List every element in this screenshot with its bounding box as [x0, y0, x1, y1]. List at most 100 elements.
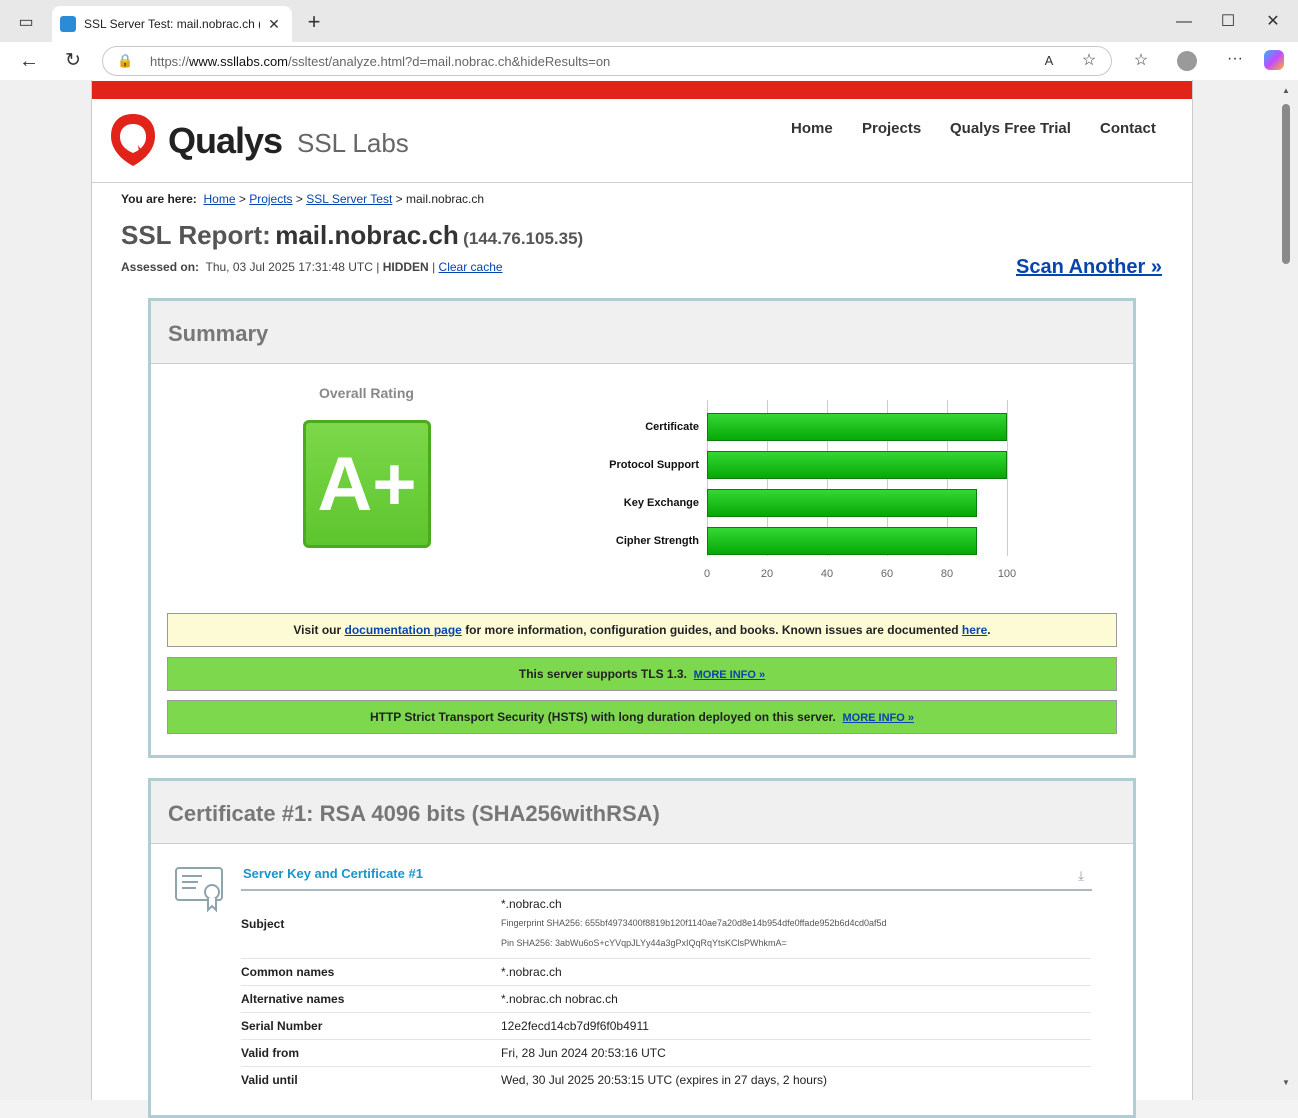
read-aloud-icon[interactable]: A: [1039, 51, 1059, 71]
row-label: Subject: [241, 917, 285, 931]
row-value: Fri, 28 Jun 2024 20:53:16 UTC: [501, 1046, 666, 1060]
breadcrumb-sep: >: [295, 192, 303, 206]
row-label: Serial Number: [241, 1019, 323, 1033]
cert-row-serial: Serial Number 12e2fecd14cb7d9f6f0b4911: [241, 1012, 1091, 1039]
server-key-section-title: Server Key and Certificate #1: [243, 866, 423, 881]
row-label: Alternative names: [241, 992, 345, 1006]
documentation-page-link[interactable]: documentation page: [345, 623, 462, 637]
minimize-icon[interactable]: —: [1174, 12, 1194, 32]
cert-row-common-names: Common names *.nobrac.ch: [241, 958, 1091, 985]
window-close-icon[interactable]: ✕: [1263, 12, 1283, 32]
tls13-notice: This server supports TLS 1.3. MORE INFO …: [167, 657, 1117, 691]
qualys-shield-logo[interactable]: [108, 112, 158, 168]
summary-header: Summary: [151, 301, 1133, 364]
scroll-up-icon[interactable]: ▲: [1280, 86, 1292, 95]
hidden-label: HIDDEN: [382, 260, 429, 274]
row-label: Valid from: [241, 1046, 300, 1060]
chart-bar: [707, 413, 1007, 441]
section-divider: [241, 889, 1092, 891]
chart-bar: [707, 527, 977, 555]
known-issues-link[interactable]: here: [962, 623, 987, 637]
address-bar[interactable]: 🔒 https://www.ssllabs.com/ssltest/analyz…: [102, 46, 1112, 76]
tls13-more-info-link[interactable]: MORE INFO »: [694, 669, 766, 681]
summary-title: Summary: [168, 321, 269, 346]
row-value: *.nobrac.ch: [501, 897, 562, 911]
row-value: *.nobrac.ch nobrac.ch: [501, 992, 618, 1006]
chart-category-label: Key Exchange: [623, 497, 699, 509]
assessed-value: Thu, 03 Jul 2025 17:31:48 UTC: [205, 260, 373, 274]
favicon-icon: [60, 16, 76, 32]
breadcrumb-projects[interactable]: Projects: [249, 192, 292, 206]
copilot-icon[interactable]: [1264, 50, 1284, 70]
breadcrumb-prefix: You are here:: [121, 192, 197, 206]
breadcrumb-home[interactable]: Home: [203, 192, 235, 206]
chart-bar: [707, 451, 1007, 479]
hsts-more-info-link[interactable]: MORE INFO »: [843, 712, 915, 724]
chart-tick-label: 40: [820, 568, 834, 580]
cert-row-subject: Subject *.nobrac.ch Fingerprint SHA256: …: [241, 892, 1091, 958]
doc-notice-text: for more information, configuration guid…: [465, 623, 959, 637]
breadcrumb-current: mail.nobrac.ch: [406, 192, 485, 206]
browser-tab[interactable]: SSL Server Test: mail.nobrac.ch (P... ✕: [52, 6, 292, 44]
grade-badge: A+: [303, 420, 431, 548]
documentation-notice: Visit our documentation page for more in…: [167, 613, 1117, 647]
scrollbar[interactable]: ▲ ▼: [1280, 84, 1292, 1096]
title-ip: (144.76.105.35): [463, 229, 584, 248]
chart-tick-label: 80: [940, 568, 954, 580]
tab-actions-icon[interactable]: ▭: [16, 13, 36, 33]
nav-free-trial[interactable]: Qualys Free Trial: [950, 120, 1071, 137]
row-label: Valid until: [241, 1073, 298, 1087]
clear-cache-link[interactable]: Clear cache: [439, 260, 503, 274]
scrollbar-thumb[interactable]: [1282, 104, 1290, 264]
brand-bar: [92, 81, 1192, 99]
logo-product: SSL Labs: [297, 128, 409, 158]
cert-row-valid-until: Valid until Wed, 30 Jul 2025 20:53:15 UT…: [241, 1066, 1091, 1093]
download-icon[interactable]: ⤓: [1073, 866, 1089, 886]
chart-category-label: Protocol Support: [609, 459, 699, 471]
tab-title: SSL Server Test: mail.nobrac.ch (P...: [84, 17, 260, 31]
more-menu-icon[interactable]: ···: [1224, 49, 1246, 69]
hsts-notice-text: HTTP Strict Transport Security (HSTS) wi…: [369, 710, 836, 724]
profile-avatar[interactable]: [1177, 51, 1197, 71]
scan-another-link[interactable]: Scan Another »: [1016, 256, 1162, 279]
url-text[interactable]: https://www.ssllabs.com/ssltest/analyze.…: [150, 54, 610, 69]
overall-rating-label: Overall Rating: [319, 385, 414, 401]
row-value: 12e2fecd14cb7d9f6f0b4911: [501, 1019, 649, 1033]
breadcrumb-sep: >: [238, 192, 246, 206]
breadcrumb: You are here: Home > Projects > SSL Serv…: [121, 192, 484, 206]
reload-icon[interactable]: ↻: [62, 51, 84, 71]
cert-row-valid-from: Valid from Fri, 28 Jun 2024 20:53:16 UTC: [241, 1039, 1091, 1066]
scroll-down-icon[interactable]: ▼: [1280, 1078, 1292, 1087]
doc-notice-end: .: [987, 623, 991, 637]
certificate-header: Certificate #1: RSA 4096 bits (SHA256wit…: [151, 781, 1133, 844]
pin-value: Pin SHA256: 3abWu6oS+cYVqpJLYy44a3gPxIQq…: [501, 938, 787, 948]
row-value: Wed, 30 Jul 2025 20:53:15 UTC (expires i…: [501, 1073, 827, 1087]
favorite-star-icon[interactable]: ☆: [1079, 51, 1099, 71]
tab-close-icon[interactable]: ✕: [264, 14, 284, 34]
chart-tick-label: 60: [880, 568, 894, 580]
maximize-icon[interactable]: ☐: [1218, 12, 1238, 32]
row-label: Common names: [241, 965, 335, 979]
page-title: SSL Report: mail.nobrac.ch (144.76.105.3…: [121, 220, 583, 251]
cert-row-alt-names: Alternative names *.nobrac.ch nobrac.ch: [241, 985, 1091, 1012]
favorites-icon[interactable]: ☆: [1130, 51, 1152, 71]
chart-gridline: [1007, 400, 1008, 556]
lock-icon[interactable]: 🔒: [117, 51, 133, 71]
assessed-label: Assessed on:: [121, 260, 200, 274]
chart-category-label: Cipher Strength: [615, 535, 699, 547]
nav-contact[interactable]: Contact: [1100, 120, 1156, 137]
logo-brand: Qualys: [168, 120, 283, 161]
back-icon[interactable]: ←: [18, 51, 40, 71]
assessed-line: Assessed on: Thu, 03 Jul 2025 17:31:48 U…: [121, 260, 503, 274]
rating-chart: 0 20 40 60 80 100 Certificate Protocol Support K…: [560, 400, 1040, 590]
chart-tick-label: 0: [703, 568, 711, 580]
hsts-notice: HTTP Strict Transport Security (HSTS) wi…: [167, 700, 1117, 734]
title-host: mail.nobrac.ch: [275, 220, 459, 250]
title-label: SSL Report:: [121, 220, 271, 250]
breadcrumb-sep: >: [395, 192, 403, 206]
certificate-icon: [174, 866, 226, 913]
nav-projects[interactable]: Projects: [862, 120, 921, 137]
new-tab-icon[interactable]: +: [303, 11, 325, 33]
nav-home[interactable]: Home: [791, 120, 833, 137]
breadcrumb-ssl-server-test[interactable]: SSL Server Test: [306, 192, 392, 206]
